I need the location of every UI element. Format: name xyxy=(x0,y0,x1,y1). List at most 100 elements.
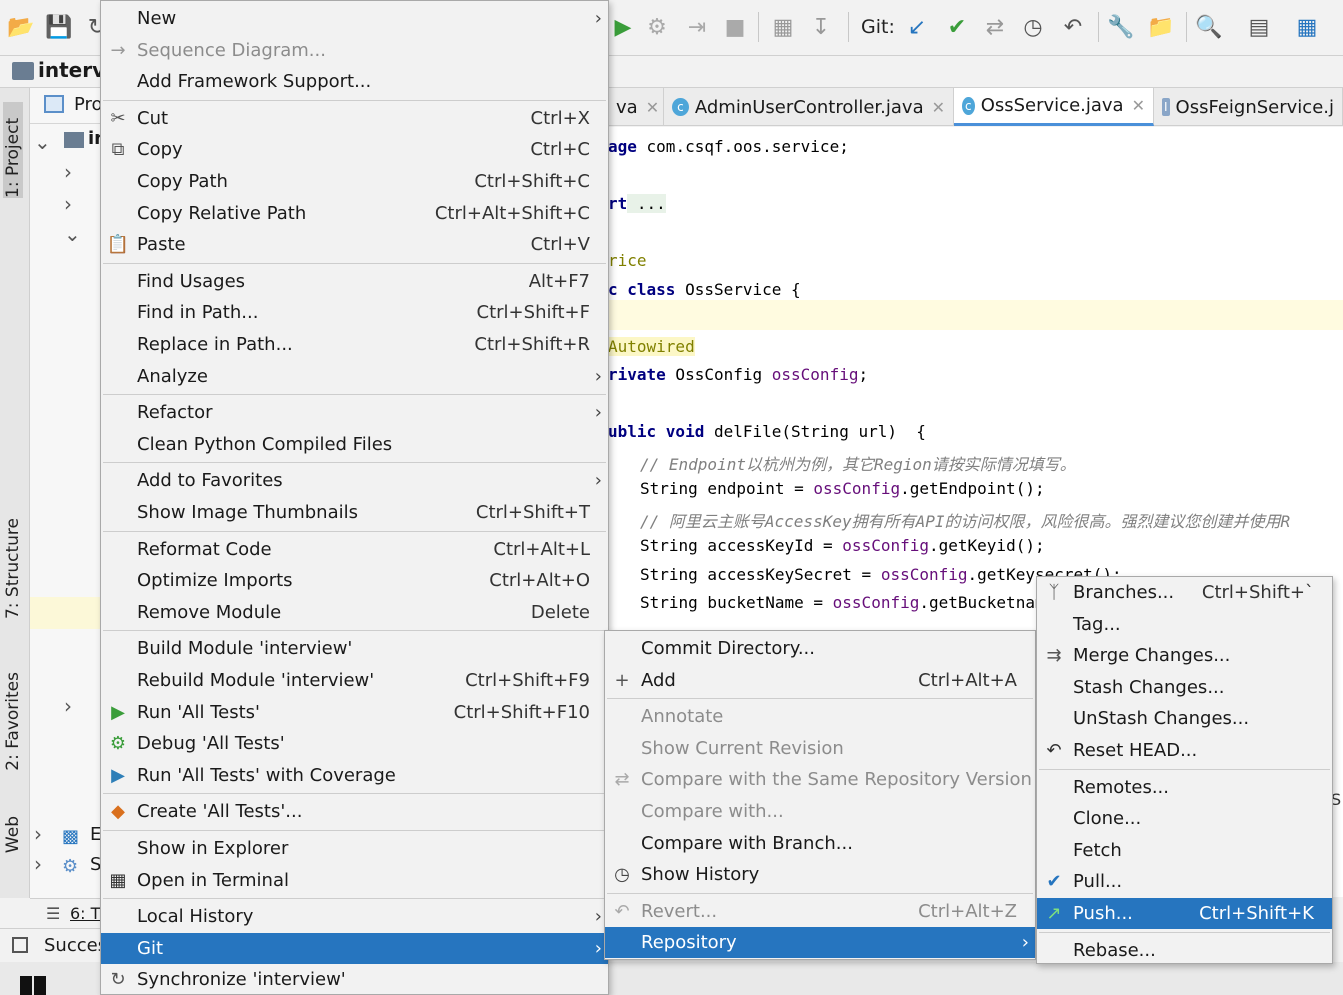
tab-label: va xyxy=(616,96,638,118)
tab-previous-file[interactable]: va ✕ xyxy=(608,88,664,126)
project-structure-icon[interactable]: 📁 xyxy=(1147,14,1174,40)
tab-structure[interactable]: 7: Structure xyxy=(3,518,23,619)
menu-item-label: Cut xyxy=(137,107,169,129)
menu-item-replace-in-path[interactable]: Replace in Path... Ctrl+Shift+R xyxy=(101,329,608,360)
menu-item-paste[interactable]: 📋 Paste Ctrl+V xyxy=(101,229,608,260)
menu-item-stash-changes[interactable]: Stash Changes... xyxy=(1037,672,1332,703)
menu-item-synchronize-interview[interactable]: ↻ Synchronize 'interview' xyxy=(101,964,608,995)
windows-start-icon[interactable] xyxy=(20,976,46,995)
tab-label: OssService.java xyxy=(980,95,1124,116)
menu-item-build-module-interview[interactable]: Build Module 'interview' xyxy=(101,633,608,664)
menu-item-show-history[interactable]: ◷ Show History xyxy=(605,859,1035,890)
close-icon[interactable]: ✕ xyxy=(646,98,659,117)
menu-item-copy-path[interactable]: Copy Path Ctrl+Shift+C xyxy=(101,166,608,197)
menu-item-push[interactable]: ↗ Push... Ctrl+Shift+K xyxy=(1037,898,1332,929)
open-folder-icon[interactable]: 📂 xyxy=(7,14,34,40)
git-compare-icon[interactable]: ⇄ xyxy=(982,14,1008,40)
menu-item-optimize-imports[interactable]: Optimize Imports Ctrl+Alt+O xyxy=(101,565,608,596)
menu-item-label: Annotate xyxy=(641,706,724,728)
code-line: rt ... xyxy=(608,194,666,213)
menu-item-reformat-code[interactable]: Reformat Code Ctrl+Alt+L xyxy=(101,534,608,565)
menu-item-tag[interactable]: Tag... xyxy=(1037,609,1332,640)
debug-icon[interactable]: ⚙ xyxy=(644,14,670,40)
menu-item-copy[interactable]: ⧉ Copy Ctrl+C xyxy=(101,134,608,165)
translate-icon[interactable]: ▦ xyxy=(1294,14,1320,40)
tab-admin-user-controller[interactable]: c AdminUserController.java ✕ xyxy=(664,88,954,126)
tab-favorites[interactable]: 2: Favorites xyxy=(3,672,23,771)
stop-icon[interactable]: ■ xyxy=(722,14,748,40)
history-icon[interactable]: ◷ xyxy=(1020,14,1046,40)
menu-item-merge-changes[interactable]: ⇉ Merge Changes... xyxy=(1037,640,1332,671)
menu-item-branches[interactable]: ᛉ Branches... Ctrl+Shift+` xyxy=(1037,577,1332,608)
menu-item-commit-directory[interactable]: Commit Directory... xyxy=(605,633,1035,664)
menu-separator xyxy=(103,530,606,532)
step-icon[interactable]: ⇥ xyxy=(684,14,710,40)
interface-icon: I xyxy=(1162,98,1170,116)
menu-item-new[interactable]: New › xyxy=(101,3,608,34)
build-icon[interactable]: ▦ xyxy=(770,14,796,40)
download-icon[interactable]: ↧ xyxy=(808,14,834,40)
revert-icon[interactable]: ↶ xyxy=(1060,14,1086,40)
chevron-right-icon[interactable]: › xyxy=(34,852,42,876)
menu-separator xyxy=(103,99,606,101)
menu-item-repository[interactable]: Repository › xyxy=(605,927,1035,959)
menu-item-remove-module[interactable]: Remove Module Delete xyxy=(101,597,608,628)
menu-item-show-image-thumbnails[interactable]: Show Image Thumbnails Ctrl+Shift+T xyxy=(101,497,608,528)
chevron-right-icon[interactable]: › xyxy=(64,694,72,718)
menu-item-reset-head[interactable]: ↶ Reset HEAD... xyxy=(1037,735,1332,766)
menu-item-copy-relative-path[interactable]: Copy Relative Path Ctrl+Alt+Shift+C xyxy=(101,198,608,229)
sync-icon: ↻ xyxy=(110,969,126,991)
chevron-down-icon[interactable]: ⌄ xyxy=(34,130,51,154)
git-commit-icon[interactable]: ✔ xyxy=(944,14,970,40)
menu-item-find-usages[interactable]: Find Usages Alt+F7 xyxy=(101,266,608,297)
menu-item-clone[interactable]: Clone... xyxy=(1037,803,1332,834)
menu-item-shortcut: Ctrl+Shift+F10 xyxy=(453,701,590,723)
menu-item-pull[interactable]: ✔ Pull... xyxy=(1037,866,1332,897)
terminal-icon[interactable]: ▤ xyxy=(1246,14,1272,40)
menu-item-fetch[interactable]: Fetch xyxy=(1037,835,1332,866)
project-header-label[interactable]: Pro xyxy=(74,94,103,115)
close-icon[interactable]: ✕ xyxy=(932,98,945,117)
wrench-icon[interactable]: 🔧 xyxy=(1107,14,1134,40)
menu-item-clean-python-compiled-files[interactable]: Clean Python Compiled Files xyxy=(101,429,608,460)
tab-oss-feign-service[interactable]: I OssFeignService.j xyxy=(1154,88,1343,126)
chevron-right-icon[interactable]: › xyxy=(64,160,72,184)
status-toggle-icon[interactable] xyxy=(12,937,28,953)
run-icon[interactable]: ▶ xyxy=(610,14,636,40)
menu-item-unstash-changes[interactable]: UnStash Changes... xyxy=(1037,703,1332,734)
tab-project[interactable]: 1: Project xyxy=(3,102,23,198)
menu-item-rebuild-module-interview[interactable]: Rebuild Module 'interview' Ctrl+Shift+F9 xyxy=(101,665,608,696)
menu-item-add[interactable]: + Add Ctrl+Alt+A xyxy=(605,665,1035,696)
menu-item-open-in-terminal[interactable]: ▦ Open in Terminal xyxy=(101,865,608,896)
git-update-icon[interactable]: ↙ xyxy=(904,14,930,40)
menu-separator xyxy=(607,698,1033,700)
chevron-down-icon[interactable]: ⌄ xyxy=(64,222,81,246)
menu-item-show-in-explorer[interactable]: Show in Explorer xyxy=(101,833,608,864)
tab-web[interactable]: Web xyxy=(3,816,23,853)
menu-item-compare-with-branch[interactable]: Compare with Branch... xyxy=(605,828,1035,859)
menu-item-refactor[interactable]: Refactor › xyxy=(101,397,608,428)
chevron-right-icon[interactable]: › xyxy=(34,822,42,846)
menu-item-run-all-tests[interactable]: ▶ Run 'All Tests' Ctrl+Shift+F10 xyxy=(101,697,608,728)
menu-item-remotes[interactable]: Remotes... xyxy=(1037,772,1332,803)
code-line: Autowired xyxy=(608,337,695,356)
menu-item-analyze[interactable]: Analyze › xyxy=(101,361,608,392)
close-icon[interactable]: ✕ xyxy=(1132,96,1145,115)
menu-item-find-in-path[interactable]: Find in Path... Ctrl+Shift+F xyxy=(101,297,608,328)
menu-item-git[interactable]: Git › xyxy=(101,932,608,964)
menu-item-local-history[interactable]: Local History › xyxy=(101,901,608,932)
class-icon: c xyxy=(672,98,689,116)
menu-item-add-framework-support[interactable]: Add Framework Support... xyxy=(101,66,608,97)
menu-item-debug-all-tests[interactable]: ⚙ Debug 'All Tests' xyxy=(101,728,608,759)
search-icon[interactable]: 🔍 xyxy=(1195,14,1222,40)
menu-item-cut[interactable]: ✂ Cut Ctrl+X xyxy=(101,103,608,134)
chevron-right-icon[interactable]: › xyxy=(64,192,72,216)
menu-item-run-all-tests-with-coverage[interactable]: ▶ Run 'All Tests' with Coverage xyxy=(101,760,608,791)
tab-todo[interactable]: 6: T xyxy=(70,904,100,923)
tab-oss-service[interactable]: c OssService.java ✕ xyxy=(954,88,1154,126)
menu-item-create-all-tests[interactable]: ◆ Create 'All Tests'... xyxy=(101,796,608,827)
menu-item-add-to-favorites[interactable]: Add to Favorites › xyxy=(101,465,608,496)
save-icon[interactable]: 💾 xyxy=(45,14,72,40)
selected-tree-row[interactable] xyxy=(30,597,102,629)
menu-item-rebase[interactable]: Rebase... xyxy=(1037,935,1332,966)
